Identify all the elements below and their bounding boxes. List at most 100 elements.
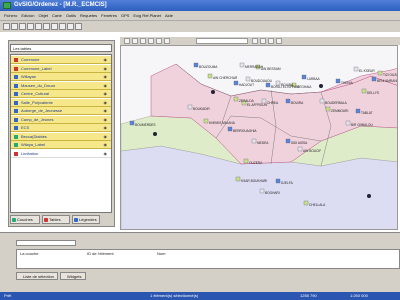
layer-row[interactable]: Commune_Label ◉ xyxy=(11,64,111,73)
menu-item[interactable]: Requetes xyxy=(80,11,97,20)
open-icon[interactable] xyxy=(11,23,18,30)
map-point-symbol[interactable] xyxy=(187,104,193,110)
menu-item[interactable]: Aide xyxy=(165,11,173,20)
map-point-symbol[interactable] xyxy=(353,66,359,72)
layer-row[interactable]: Limitation ◉ xyxy=(11,149,111,158)
visibility-icon[interactable]: ◉ xyxy=(104,134,108,139)
map-point-symbol[interactable] xyxy=(285,138,291,144)
map-point-symbol[interactable] xyxy=(245,76,251,82)
layers-panel-header[interactable]: Les tables xyxy=(10,44,112,52)
column-header-id[interactable]: ID de l'élément xyxy=(87,251,114,256)
visibility-icon[interactable]: ◉ xyxy=(104,125,108,130)
wilaya-marker-icon[interactable] xyxy=(367,194,371,198)
panel-tab[interactable]: Couches xyxy=(10,215,40,224)
cut-icon[interactable] xyxy=(35,23,42,30)
bottom-tab[interactable]: Liste de sélection xyxy=(16,272,58,280)
layer-row[interactable]: ECS ◉ xyxy=(11,124,111,132)
visibility-icon[interactable]: ◉ xyxy=(104,108,108,113)
measure-icon[interactable] xyxy=(164,38,170,44)
map-point-symbol[interactable] xyxy=(371,76,377,82)
menu-item[interactable]: Edicion xyxy=(21,11,34,20)
map-point-symbol[interactable] xyxy=(297,146,303,152)
layer-row[interactable]: Becca(Diables ◉ xyxy=(11,132,111,141)
map-point-symbol[interactable] xyxy=(301,74,307,80)
visibility-icon[interactable]: ◉ xyxy=(104,142,108,147)
map-point-symbol[interactable] xyxy=(129,120,135,126)
menu-item[interactable]: Objet xyxy=(38,11,48,20)
layer-row[interactable]: Wilaya_Label ◉ xyxy=(11,141,111,149)
save-icon[interactable] xyxy=(19,23,26,30)
map-point-symbol[interactable] xyxy=(377,70,383,76)
menu-item[interactable]: GPS xyxy=(121,11,129,20)
visibility-icon[interactable]: ◉ xyxy=(104,100,108,105)
visibility-icon[interactable]: ◉ xyxy=(104,83,108,88)
redo-icon[interactable] xyxy=(67,23,74,30)
layer-row[interactable]: Centre_Cultural ◉ xyxy=(11,90,111,98)
menu-item[interactable]: Carte xyxy=(52,11,62,20)
visibility-icon[interactable]: ◉ xyxy=(104,57,108,62)
scale-select[interactable] xyxy=(196,38,248,44)
bottom-tab[interactable]: Widgets xyxy=(60,272,86,280)
visibility-icon[interactable]: ◉ xyxy=(104,74,108,79)
map-point-symbol[interactable] xyxy=(233,80,239,86)
wilaya-marker-icon[interactable] xyxy=(153,132,157,136)
wilaya-marker-icon[interactable] xyxy=(211,90,215,94)
layer-row[interactable]: Mausee_du_Douar ◉ xyxy=(11,81,111,90)
map-point-symbol[interactable] xyxy=(243,158,249,164)
layer-row[interactable]: Salle_Polyvalente ◉ xyxy=(11,98,111,107)
map-point-symbol[interactable] xyxy=(345,120,351,126)
undo-icon[interactable] xyxy=(59,23,66,30)
new-icon[interactable] xyxy=(3,23,10,30)
map-point-symbol[interactable] xyxy=(233,96,239,102)
layer-add-icon[interactable] xyxy=(252,38,258,44)
map-point-symbol[interactable] xyxy=(203,118,209,124)
menu-item[interactable]: Ecig Ref.Planet xyxy=(133,11,161,20)
map-point-symbol[interactable] xyxy=(259,188,265,194)
copy-icon[interactable] xyxy=(43,23,50,30)
map-point-symbol[interactable] xyxy=(239,62,245,68)
wilaya-marker-icon[interactable] xyxy=(319,84,323,88)
map-point-symbol[interactable] xyxy=(325,106,331,112)
menu-item[interactable]: Fenetres xyxy=(101,11,117,20)
selection-filter-select[interactable] xyxy=(16,240,76,246)
layer-remove-icon[interactable] xyxy=(260,38,266,44)
map-point-symbol[interactable] xyxy=(227,126,233,132)
selection-table[interactable]: La couche ID de l'élément Nom xyxy=(16,249,400,269)
map-point-symbol[interactable] xyxy=(361,88,367,94)
map-point-symbol[interactable] xyxy=(275,178,281,184)
visibility-icon[interactable]: ◉ xyxy=(104,66,108,71)
pan-icon[interactable] xyxy=(140,38,146,44)
panel-tab[interactable]: Légendes xyxy=(72,215,100,224)
map-point-symbol[interactable] xyxy=(207,73,213,79)
column-header-name[interactable]: Nom xyxy=(157,251,165,256)
zoom-out-icon[interactable] xyxy=(132,38,138,44)
map-point-symbol[interactable] xyxy=(193,62,199,68)
menu-item[interactable]: Fichero xyxy=(4,11,17,20)
zoom-in-icon[interactable] xyxy=(124,38,130,44)
layer-row[interactable]: Commune ◉ xyxy=(11,56,111,64)
map-view[interactable]: AIN CHERCHAR BOUZOUMA MERRABAH AIN BESSAM HA… xyxy=(120,45,398,230)
select-icon[interactable] xyxy=(148,38,154,44)
map-point-symbol[interactable] xyxy=(355,108,361,114)
print-icon[interactable] xyxy=(27,23,34,30)
column-header-layer[interactable]: La couche xyxy=(20,251,38,256)
map-point-symbol[interactable] xyxy=(285,98,291,104)
menu-item[interactable]: Outils xyxy=(66,11,76,20)
map-point-symbol[interactable] xyxy=(251,138,257,144)
visibility-icon[interactable]: ◉ xyxy=(104,151,108,156)
info-icon[interactable] xyxy=(156,38,162,44)
visibility-icon[interactable]: ◉ xyxy=(104,91,108,96)
grid-icon[interactable] xyxy=(276,38,282,44)
help-icon[interactable] xyxy=(75,23,82,30)
panel-tab[interactable]: Tables xyxy=(42,215,70,224)
map-point-symbol[interactable] xyxy=(319,98,325,104)
refresh-icon[interactable] xyxy=(268,38,274,44)
layer-row[interactable]: Camp_de_Jeunes ◉ xyxy=(11,115,111,124)
map-point-symbol[interactable] xyxy=(303,200,309,206)
map-point-symbol[interactable] xyxy=(235,176,241,182)
paste-icon[interactable] xyxy=(51,23,58,30)
map-point-symbol[interactable] xyxy=(335,78,341,84)
visibility-icon[interactable]: ◉ xyxy=(104,117,108,122)
layer-row[interactable]: Willayas ◉ xyxy=(11,73,111,81)
layer-row[interactable]: Auberge_de_Jeunesse ◉ xyxy=(11,107,111,115)
